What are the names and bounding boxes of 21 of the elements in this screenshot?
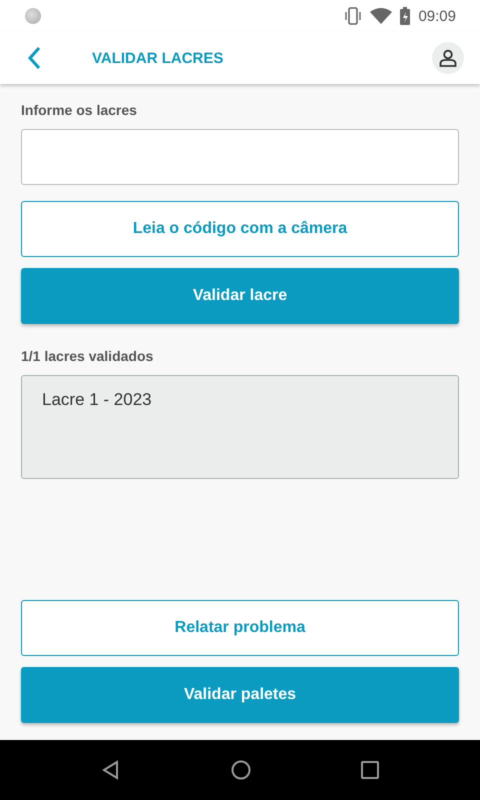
action-button[interactable]: Validar paletes (21, 667, 459, 723)
notification-dot-icon (25, 8, 41, 24)
recents-nav-icon[interactable] (361, 761, 379, 779)
chevron-left-icon (27, 46, 41, 70)
validated-count: 1/1 lacres validados (21, 348, 154, 364)
seal-input-field[interactable] (21, 129, 459, 185)
vibrate-icon (344, 7, 362, 25)
wifi-icon (370, 8, 392, 24)
home-nav-icon[interactable] (231, 760, 251, 780)
field-label: Informe os lacres (21, 102, 138, 118)
screen-title: VALIDAR LACRES (92, 50, 224, 66)
action-button[interactable]: Relatar problema (21, 600, 459, 656)
back-nav-icon[interactable] (101, 760, 121, 780)
action-button[interactable]: Leia o código com a câmera (21, 201, 459, 257)
seal-item: Lacre 1 - 2023 (42, 390, 152, 410)
status-time: 09:09 (418, 8, 456, 24)
profile-button[interactable] (432, 42, 464, 74)
action-button[interactable]: Validar lacre (21, 268, 459, 324)
person-icon (439, 49, 457, 67)
battery-icon (400, 7, 410, 25)
back-button[interactable] (27, 46, 41, 70)
